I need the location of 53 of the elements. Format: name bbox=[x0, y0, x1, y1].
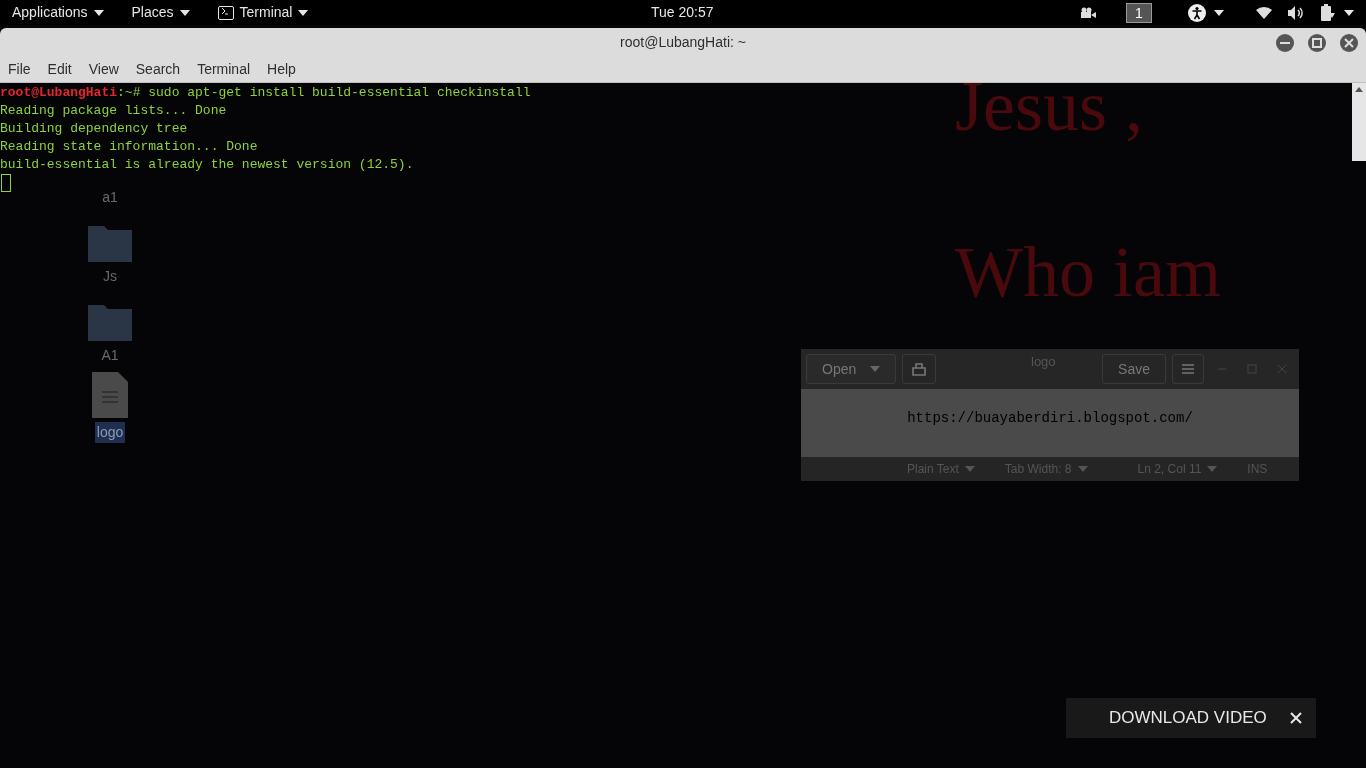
menu-item[interactable]: Terminal bbox=[197, 59, 251, 80]
caret-icon bbox=[1077, 466, 1088, 472]
menu-item[interactable]: Edit bbox=[47, 59, 72, 80]
menu-item[interactable]: Search bbox=[135, 59, 181, 80]
new-document-button[interactable] bbox=[902, 354, 937, 384]
accessibility-menu[interactable] bbox=[1188, 3, 1224, 22]
text-cursor bbox=[1, 174, 11, 192]
caret-icon[interactable] bbox=[1344, 9, 1354, 16]
icon-label[interactable]: A1 bbox=[99, 345, 121, 366]
menu-item[interactable]: View bbox=[88, 59, 119, 80]
caret-icon bbox=[964, 466, 975, 472]
battery-icon[interactable] bbox=[1320, 3, 1336, 22]
top-menu[interactable]: Places bbox=[117, 0, 204, 25]
clock[interactable]: Tue 20:57 bbox=[651, 2, 714, 23]
wallpaper-text: Who iam bbox=[955, 232, 1221, 312]
menu-icon[interactable] bbox=[1182, 364, 1194, 374]
icon-label[interactable]: logo bbox=[94, 422, 126, 443]
accessibility-icon[interactable] bbox=[1188, 3, 1206, 22]
power-menu[interactable] bbox=[1320, 3, 1354, 22]
output-line: Building dependency tree bbox=[0, 120, 188, 138]
caret-icon bbox=[179, 9, 190, 16]
window-title: root@LubangHati: ~ bbox=[620, 33, 746, 52]
menu-item[interactable]: File bbox=[8, 59, 31, 80]
caret-icon bbox=[298, 9, 309, 16]
top-menu[interactable]: Terminal bbox=[203, 0, 323, 25]
caret-icon bbox=[870, 366, 881, 372]
top-menu[interactable]: Applications bbox=[0, 0, 118, 25]
caret-icon bbox=[93, 9, 104, 16]
command-line: root@LubangHati:~# sudo apt-get install build-essential checkinstall bbox=[0, 84, 531, 102]
workspace-indicator[interactable]: 1 bbox=[1126, 2, 1152, 23]
caret-icon bbox=[1207, 466, 1218, 472]
output-line: Reading package lists... Done bbox=[0, 102, 227, 120]
printer-icon[interactable] bbox=[911, 362, 928, 376]
wallpaper-text: Jesus , bbox=[955, 66, 1143, 146]
video-camera-icon[interactable] bbox=[1080, 6, 1096, 19]
close-button[interactable] bbox=[1340, 34, 1358, 52]
wifi-icon[interactable] bbox=[1256, 6, 1272, 19]
volume-icon[interactable] bbox=[1288, 5, 1304, 20]
caret-icon[interactable] bbox=[1214, 9, 1224, 16]
output-line: build-essential is already the newest version (12.5). bbox=[0, 156, 414, 174]
maximize-button[interactable] bbox=[1308, 34, 1326, 52]
terminal-icon bbox=[217, 5, 234, 20]
scrollbar[interactable] bbox=[1352, 83, 1366, 161]
menu-button[interactable] bbox=[1172, 354, 1204, 384]
menu-item[interactable]: Help bbox=[267, 59, 296, 80]
close-icon[interactable] bbox=[1290, 712, 1302, 724]
output-line: Reading state information... Done bbox=[0, 138, 258, 156]
icon-label[interactable]: Js bbox=[101, 266, 119, 287]
download-video-button[interactable]: DOWNLOAD VIDEO bbox=[1066, 698, 1316, 738]
icon-label[interactable]: a1 bbox=[100, 187, 120, 208]
minimize-button[interactable] bbox=[1276, 34, 1294, 52]
up-arrow-icon[interactable] bbox=[1355, 87, 1363, 92]
document-text: https://buayaberdiri.blogspot.com/ bbox=[907, 408, 1193, 428]
